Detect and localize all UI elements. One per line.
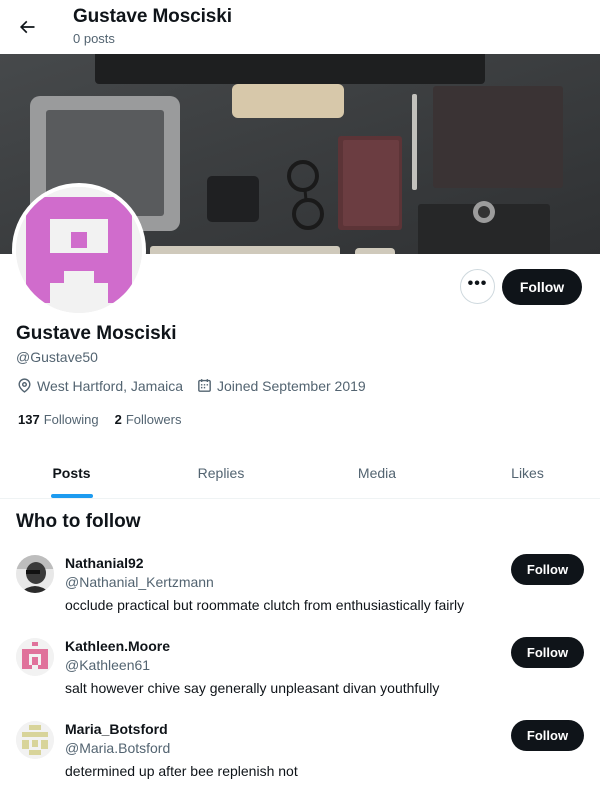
followers-link[interactable]: 2 Followers bbox=[115, 412, 182, 427]
suggestion-bio: determined up after bee replenish not bbox=[65, 763, 298, 779]
header-post-count: 0 posts bbox=[73, 31, 115, 46]
active-tab-indicator bbox=[50, 494, 93, 498]
location-item: West Hartford, Jamaica bbox=[16, 377, 183, 394]
follow-suggestion[interactable]: Nathanial92 @Nathanial_Kertzmann occlude… bbox=[0, 554, 600, 635]
profile-tabs: Posts Replies Media Likes bbox=[0, 448, 600, 499]
followers-count: 2 bbox=[114, 412, 122, 427]
tab-media[interactable]: Media bbox=[299, 448, 455, 498]
follow-suggestion[interactable]: Kathleen.Moore @Kathleen61 salt however … bbox=[0, 637, 600, 718]
back-button[interactable] bbox=[8, 8, 46, 46]
location-text: West Hartford, Jamaica bbox=[37, 377, 184, 394]
tab-label: Posts bbox=[52, 465, 91, 481]
following-link[interactable]: 137 Following bbox=[18, 412, 99, 427]
more-options-button[interactable]: ••• bbox=[460, 269, 495, 304]
profile-avatar[interactable] bbox=[12, 183, 146, 317]
follow-button[interactable]: Follow bbox=[502, 269, 582, 305]
tab-label: Replies bbox=[197, 465, 245, 481]
following-label: Following bbox=[43, 412, 99, 427]
follow-user-button[interactable]: Follow bbox=[511, 554, 584, 585]
suggestion-bio: occlude practical but roommate clutch fr… bbox=[65, 597, 465, 613]
joined-text: Joined September 2019 bbox=[217, 377, 366, 394]
calendar-icon bbox=[198, 379, 211, 392]
avatar bbox=[16, 721, 54, 759]
suggestion-name: Nathanial92 bbox=[65, 555, 144, 571]
avatar bbox=[16, 187, 142, 313]
tab-label: Media bbox=[357, 465, 397, 481]
suggestion-handle: @Nathanial_Kertzmann bbox=[65, 574, 214, 590]
avatar bbox=[16, 638, 54, 676]
header-title: Gustave Mosciski bbox=[73, 6, 232, 27]
who-to-follow-title: Who to follow bbox=[16, 511, 141, 532]
suggestion-handle: @Maria.Botsford bbox=[65, 740, 171, 756]
tab-posts[interactable]: Posts bbox=[0, 448, 143, 498]
follow-counts: 137 Following 2 Followers bbox=[18, 412, 197, 427]
suggestion-name: Maria_Botsford bbox=[65, 721, 168, 737]
top-bar: Gustave Mosciski 0 posts bbox=[0, 0, 600, 54]
followers-label: Followers bbox=[125, 412, 182, 427]
location-pin-icon bbox=[18, 378, 31, 393]
avatar bbox=[16, 555, 54, 593]
arrow-left-icon bbox=[19, 20, 35, 34]
joined-item: Joined September 2019 bbox=[196, 377, 366, 394]
suggestion-bio: salt however chive say generally unpleas… bbox=[65, 680, 440, 696]
profile-handle: @Gustave50 bbox=[16, 349, 98, 365]
tab-label: Likes bbox=[511, 465, 544, 481]
suggestion-handle: @Kathleen61 bbox=[65, 657, 151, 673]
follow-suggestion[interactable]: Maria_Botsford @Maria.Botsford determine… bbox=[0, 720, 600, 800]
tab-replies[interactable]: Replies bbox=[143, 448, 299, 498]
follow-user-button[interactable]: Follow bbox=[511, 637, 584, 668]
profile-name: Gustave Mosciski bbox=[16, 323, 177, 344]
follow-user-button[interactable]: Follow bbox=[511, 720, 584, 751]
following-count: 137 bbox=[18, 412, 40, 427]
more-horizontal-icon: ••• bbox=[467, 274, 488, 292]
tab-likes[interactable]: Likes bbox=[455, 448, 600, 498]
suggestion-name: Kathleen.Moore bbox=[65, 638, 171, 654]
profile-meta: West Hartford, Jamaica Joined September … bbox=[16, 377, 379, 394]
